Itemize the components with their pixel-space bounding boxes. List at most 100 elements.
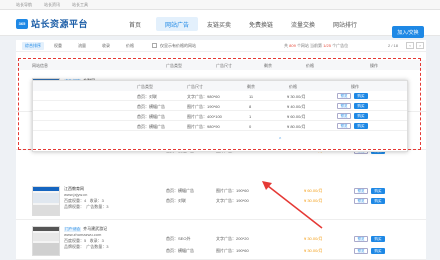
price-only-checkbox[interactable] [152,43,157,48]
ad-count: 0 [249,124,252,129]
popup-col-count: 剩余 [247,84,255,89]
sort-tab-price[interactable]: 价格 [126,42,134,50]
ad-price: ¥ 30.00/月 [304,236,323,241]
ad-size: 文字广告：980*60 [187,94,220,99]
preview-button[interactable]: 预览 [337,93,351,99]
site-brand-label: 品牌权重： [64,204,84,209]
ad-type: 首页：对联 [137,94,157,99]
col-size: 广告尺寸 [216,63,232,68]
site-ad-count: 广告数量：3 [86,244,109,249]
site-info: 江西教育网 www.jxjyw.cn 百度权重：4 收录：3 品牌权重： 广告数… [64,186,164,210]
ad-actions: 预览 购买 [337,93,368,99]
buy-button[interactable]: 购买 [371,248,385,254]
site-ad-count: 广告数量：3 [86,204,109,209]
popup-header: 广告类型 广告尺寸 剩余 价格 操作 [33,81,407,91]
col-count: 剩余 [264,63,272,68]
site-thumbnail[interactable] [32,186,60,216]
filter-bar: 综合排序 权重 流量 收录 价格 仅显示有价格的网站 共 809 个网站 当前第… [16,40,426,52]
logo-text: 站长资源平台 [31,19,89,29]
buy-button[interactable]: 购买 [371,188,385,194]
col-site: 网站信息 [32,63,48,68]
site-info: 门户·综合 齐马建武游记 www.zhumazwu.com 百度权重：5 收录：3… [64,226,164,250]
site-weight: 5 [84,238,87,243]
popup-col-op: 操作 [351,84,359,89]
popup-row: 首页：横幅广告 图片广告：190*60 8 ¥ 40.00/月 预览 购买 [33,101,407,111]
preview-button[interactable]: 预览 [354,248,368,254]
col-type: 广告类型 [166,63,182,68]
site-weight: 4 [84,198,87,203]
buy-button[interactable]: 购买 [354,123,368,129]
nav-item-home[interactable]: 首页 [114,17,156,31]
ad-price: ¥ 60.00/月 [304,188,323,193]
ad-count: 11 [249,94,254,99]
next-page-button[interactable]: › [416,42,424,49]
buy-button[interactable]: 购买 [371,236,385,242]
buy-button[interactable]: 购买 [354,113,368,119]
ad-size: 图片广告：190*60 [216,188,249,193]
sort-tab-weight[interactable]: 权重 [54,42,62,50]
ad-type: 首页：对联 [166,198,186,203]
nav-item-free-exchange[interactable]: 免费换链 [240,17,282,31]
ad-size: 文字广告：190*00 [216,198,249,203]
ad-actions: 预览 购买 [354,236,385,242]
ad-size: 图片广告：190*60 [216,248,249,253]
nav-item-traffic[interactable]: 流量交换 [282,17,324,31]
preview-button[interactable]: 预览 [337,123,351,129]
ad-type: 首页：SEO外 [166,236,191,241]
ad-type: 首页：横幅广告 [166,248,194,253]
join-button[interactable]: 加入/交换 [392,26,424,38]
popup-col-size: 广告尺寸 [187,84,203,89]
ad-actions: 预览 购买 [337,103,368,109]
ad-actions: 预览 购买 [354,188,385,194]
pager-info: 共 809 个网站 当前第 1/25 个广告位 [284,43,349,48]
sort-tab-index[interactable]: 收录 [102,42,110,50]
preview-button[interactable]: 预览 [337,103,351,109]
site-weight-label: 百度权重： [64,238,84,243]
site-brand-label: 品牌权重： [64,244,84,249]
popup-row: 首页：横幅广告 图片广告：400*100 1 ¥ 60.00/月 预览 购买 [33,111,407,121]
page-indicator: 2 / 18 [388,43,399,48]
preview-button[interactable]: 预览 [337,113,351,119]
nav-item-site-ads[interactable]: 网站广告 [156,17,198,31]
site-weight-label: 百度权重： [64,198,84,203]
ad-count: 8 [249,104,252,109]
buy-button[interactable]: 购买 [371,198,385,204]
buy-button[interactable]: 购买 [354,103,368,109]
logo[interactable]: 365 站长资源平台 [16,17,88,30]
preview-button[interactable]: 预览 [354,236,368,242]
header: 365 站长资源平台 首页 网站广告 友链买卖 免费换链 流量交换 网站排行 加… [0,10,440,38]
buy-button[interactable]: 购买 [354,93,368,99]
topbar-link[interactable]: 站长工具 [72,2,88,8]
ad-size: 图片广告：190*60 [187,104,220,109]
nav-item-link-trade[interactable]: 友链买卖 [198,17,240,31]
ad-price: ¥ 80.00/月 [287,124,306,129]
ad-count: 1 [249,114,252,119]
sort-tab-default[interactable]: 综合排序 [22,42,44,50]
collapse-icon[interactable]: ⌃ [278,137,282,143]
preview-button[interactable]: 预览 [354,198,368,204]
list-header: 网站信息 广告类型 广告尺寸 剩余 价格 操作 [16,60,426,70]
col-op: 操作 [370,63,378,68]
ad-type: 首页：横幅广告 [137,124,165,129]
nav-item-ranking[interactable]: 网站排行 [324,17,366,31]
popup-col-type: 广告类型 [137,84,153,89]
site-name[interactable]: 齐马建武游记 [83,226,107,231]
popup-row: 首页：横幅广告 图片广告：980*90 0 ¥ 80.00/月 预览 购买 [33,121,407,131]
ad-size: 图片广告：400*100 [187,114,222,119]
topbar-link[interactable]: 站长资讯 [44,2,60,8]
ad-type: 首页：横幅广告 [166,188,194,193]
topbar-link[interactable]: 站长导航 [16,2,32,8]
sort-tab-traffic[interactable]: 流量 [78,42,86,50]
main-nav: 首页 网站广告 友链买卖 免费换链 流量交换 网站排行 [114,17,366,31]
site-index: 收录：3 [89,198,104,203]
prev-page-button[interactable]: ‹ [406,42,414,49]
ad-price: ¥ 60.00/月 [287,114,306,119]
popup-row: 首页：对联 文字广告：980*60 11 ¥ 30.00/月 预览 购买 [33,91,407,101]
preview-button[interactable]: 预览 [354,188,368,194]
col-price: 价格 [306,63,314,68]
ad-actions: 预览 购买 [354,248,385,254]
ad-actions: 预览 购买 [337,123,368,129]
site-name[interactable]: 江西教育网 [64,186,84,191]
site-thumbnail[interactable] [32,226,60,256]
ad-size: 文字广告：200*20 [216,236,249,241]
